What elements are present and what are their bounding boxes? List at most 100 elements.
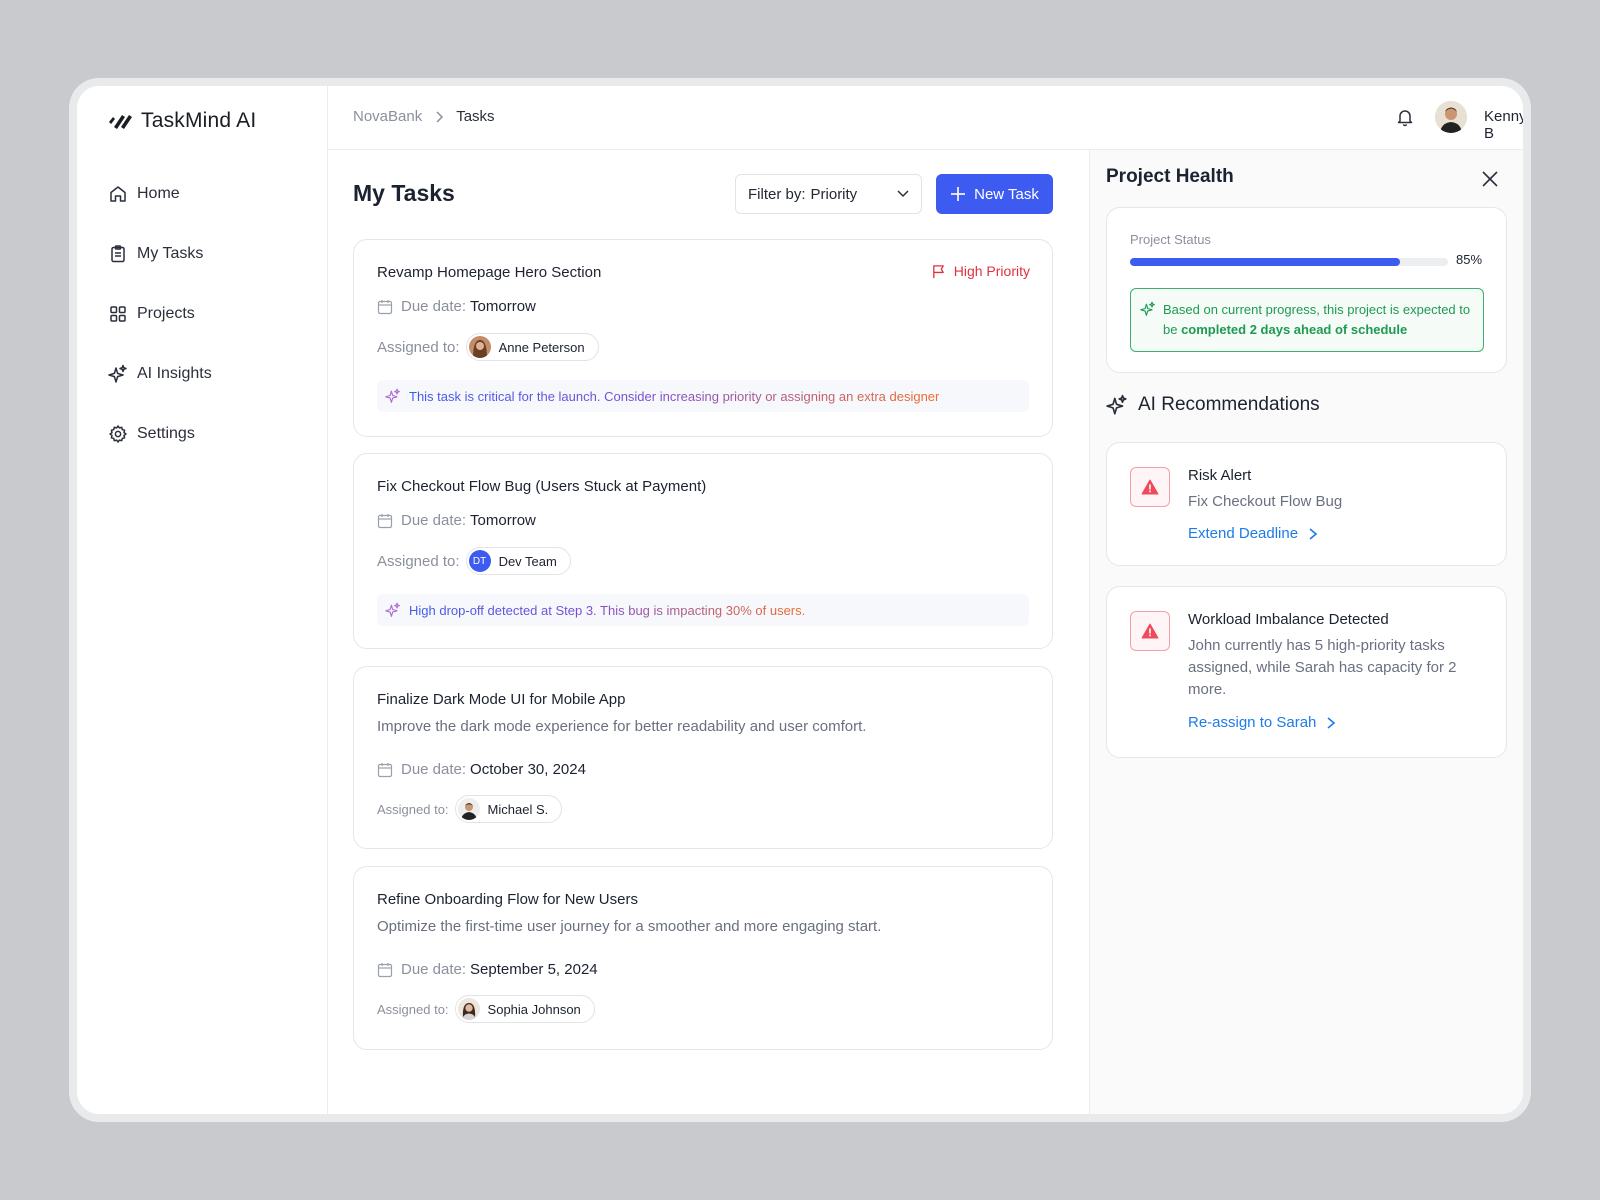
filter-select[interactable]: Filter by: Priority: [735, 174, 922, 214]
due-label: Due date:: [401, 512, 467, 529]
recommendation-text: Fix Checkout Flow Bug: [1188, 493, 1343, 510]
project-status-label: Project Status: [1130, 232, 1211, 247]
progress-value: 85%: [1456, 252, 1483, 267]
warning-icon: [1141, 623, 1159, 639]
progress-bar-fill: [1130, 258, 1401, 266]
recommendation-action: Re-assign to Sarah: [1188, 714, 1317, 731]
reassign-link[interactable]: Re-assign to Sarah: [1188, 714, 1337, 731]
user-name[interactable]: Kenny B: [1484, 108, 1523, 142]
grid-icon: [110, 306, 126, 322]
task-description: Improve the dark mode experience for bet…: [377, 718, 867, 735]
avatar: [457, 998, 480, 1020]
calendar-icon: [377, 962, 393, 977]
task-title: Refine Onboarding Flow for New Users: [377, 891, 638, 908]
due-value: Tomorrow: [470, 298, 536, 315]
recommendation-title: Risk Alert: [1188, 467, 1252, 484]
task-title: Revamp Homepage Hero Section: [377, 264, 602, 281]
chevron-right-icon: [1327, 716, 1336, 729]
recommendation-card: Workload Imbalance Detected John current…: [1106, 586, 1507, 758]
due-date: Due date: Tomorrow: [377, 512, 536, 529]
due-label: Due date:: [401, 761, 467, 778]
sidebar: TaskMind AI Home My Tasks Projects AI In…: [77, 86, 328, 1114]
due-date: Due date: October 30, 2024: [377, 761, 586, 778]
main-content: My Tasks Filter by: Priority New Task Re…: [328, 150, 1089, 1114]
assignee-row: Assigned to: Sophia Johnson: [377, 995, 595, 1023]
ai-insight-text: This task is critical for the launch. Co…: [409, 388, 940, 404]
assign-label: Assigned to:: [377, 338, 460, 356]
assign-label: Assigned to:: [377, 1001, 449, 1017]
assignee-row: Assigned to: DT Dev Team: [377, 547, 571, 575]
task-card[interactable]: Fix Checkout Flow Bug (Users Stuck at Pa…: [353, 453, 1053, 649]
priority-label: High Priority: [953, 263, 1030, 279]
panel-title: Project Health: [1106, 166, 1234, 187]
forecast-note: Based on current progress, this project …: [1130, 288, 1484, 352]
close-icon[interactable]: [1481, 170, 1499, 188]
assign-label: Assigned to:: [377, 801, 449, 817]
assignee-name: Anne Peterson: [498, 339, 585, 355]
sidebar-item-projects[interactable]: Projects: [108, 284, 212, 344]
avatar-initials: DT: [468, 550, 491, 572]
assignee-chip[interactable]: Sophia Johnson: [454, 995, 595, 1023]
sidebar-item-label: AI Insights: [137, 365, 212, 382]
warning-badge: [1130, 467, 1170, 507]
assignee-name: Dev Team: [498, 553, 557, 569]
sidebar-item-label: Home: [137, 185, 180, 202]
assignee-name: Michael S.: [487, 801, 549, 817]
due-value: Tomorrow: [470, 512, 536, 529]
assignee-chip[interactable]: Anne Peterson: [465, 333, 599, 361]
chevron-down-icon: [897, 190, 909, 198]
recommendation-text: John currently has 5 high-priority tasks…: [1188, 637, 1457, 698]
clipboard-icon: [111, 245, 125, 263]
assignee-row: Assigned to: Michael S.: [377, 795, 563, 823]
logo-icon: [109, 115, 132, 129]
recommendation-card: Risk Alert Fix Checkout Flow Bug Extend …: [1106, 442, 1507, 566]
warning-badge: [1130, 611, 1170, 651]
extend-deadline-link[interactable]: Extend Deadline: [1188, 525, 1319, 542]
assignee-chip[interactable]: Michael S.: [454, 795, 563, 823]
due-date: Due date: Tomorrow: [377, 298, 536, 315]
recommendation-action: Extend Deadline: [1188, 525, 1299, 542]
sparkle-icon: [1106, 394, 1127, 415]
project-health-panel: Project Health Project Status 85% Based …: [1089, 150, 1523, 1114]
progress-bar: [1130, 258, 1448, 266]
sidebar-item-ai-insights[interactable]: AI Insights: [108, 344, 212, 404]
avatar: [468, 336, 491, 358]
priority-badge: High Priority: [931, 263, 1030, 279]
due-value: October 30, 2024: [470, 761, 586, 778]
user-avatar-image: [1435, 101, 1467, 133]
sidebar-item-home[interactable]: Home: [108, 164, 212, 224]
due-label: Due date:: [401, 961, 467, 978]
due-label: Due date:: [401, 298, 467, 315]
app-logo[interactable]: TaskMind AI: [108, 106, 256, 136]
new-task-button[interactable]: New Task: [936, 174, 1053, 214]
sidebar-nav: Home My Tasks Projects AI Insights Setti…: [108, 164, 212, 464]
task-card[interactable]: Finalize Dark Mode UI for Mobile App Imp…: [353, 666, 1053, 849]
task-card[interactable]: Refine Onboarding Flow for New Users Opt…: [353, 866, 1053, 1050]
sidebar-item-label: Projects: [137, 305, 195, 322]
sidebar-item-label: Settings: [137, 425, 195, 442]
breadcrumb-parent[interactable]: NovaBank: [353, 108, 422, 125]
recommendations-header: AI Recommendations: [1106, 394, 1320, 416]
task-card[interactable]: Revamp Homepage Hero Section High Priori…: [353, 239, 1053, 437]
project-status-card: Project Status 85% Based on current prog…: [1106, 207, 1507, 373]
app-window: TaskMind AI Home My Tasks Projects AI In…: [77, 86, 1523, 1114]
calendar-icon: [377, 299, 393, 314]
filter-value: Priority: [810, 185, 858, 203]
page-title: My Tasks: [353, 180, 455, 206]
due-value: September 5, 2024: [470, 961, 598, 978]
app-name: TaskMind AI: [141, 109, 257, 132]
task-title: Fix Checkout Flow Bug (Users Stuck at Pa…: [377, 478, 707, 495]
calendar-icon: [377, 762, 393, 777]
sidebar-item-my-tasks[interactable]: My Tasks: [108, 224, 212, 284]
filter-label: Filter by:: [748, 185, 806, 203]
recommendation-title: Workload Imbalance Detected: [1188, 611, 1389, 628]
assignee-chip[interactable]: DT Dev Team: [465, 547, 571, 575]
home-icon: [110, 186, 126, 202]
bell-icon[interactable]: [1395, 107, 1415, 127]
sidebar-item-settings[interactable]: Settings: [108, 404, 212, 464]
sparkle-icon: [108, 364, 127, 383]
recommendations-title: AI Recommendations: [1138, 394, 1320, 415]
new-task-label: New Task: [974, 185, 1039, 203]
avatar[interactable]: [1435, 101, 1467, 133]
plus-icon: [951, 187, 966, 201]
